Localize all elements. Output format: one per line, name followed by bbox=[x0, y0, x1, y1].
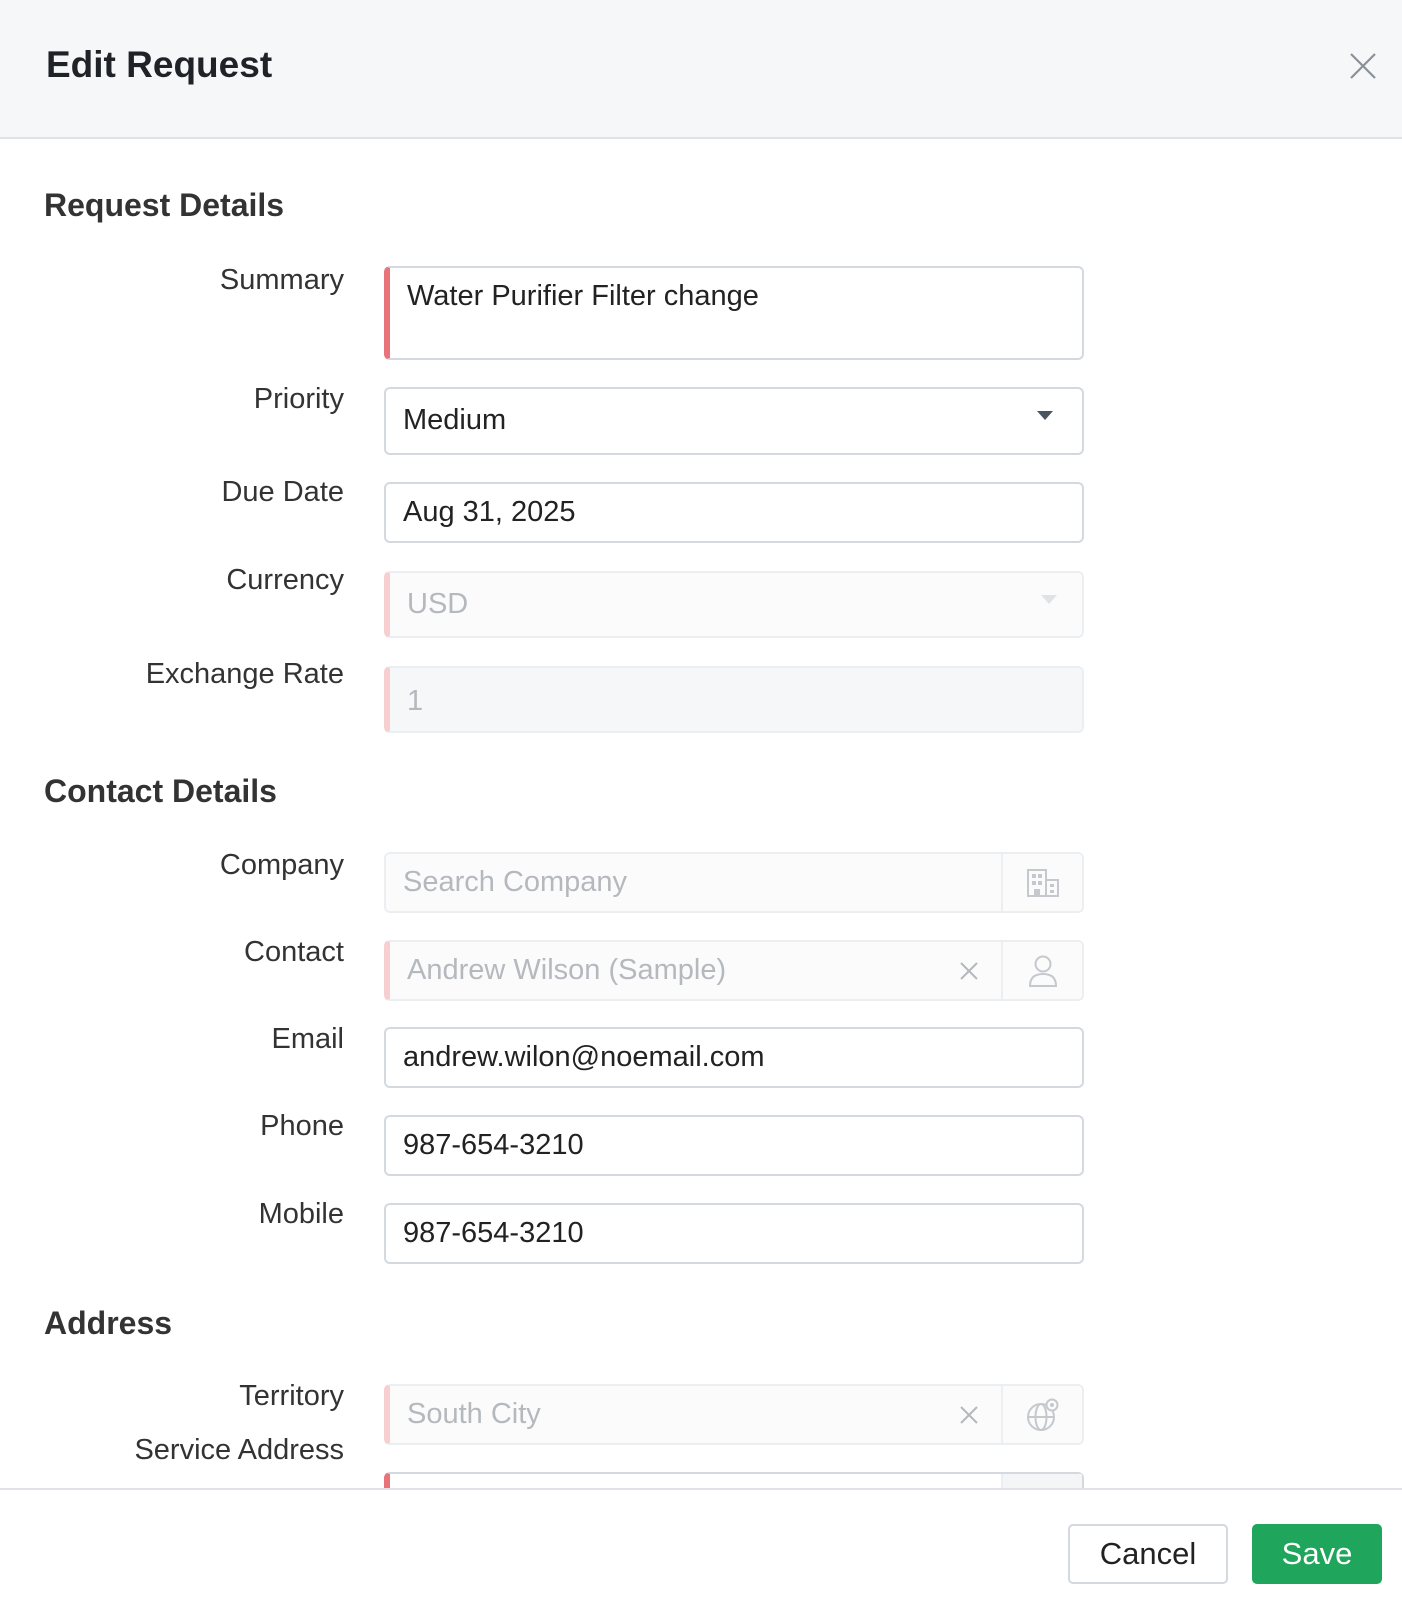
mobile-value: 987-654-3210 bbox=[403, 1217, 584, 1249]
close-icon bbox=[1350, 53, 1376, 79]
chevron-down-icon bbox=[1037, 411, 1053, 420]
contact-value: Andrew Wilson (Sample) bbox=[407, 954, 727, 986]
exchange-rate-field[interactable]: 1 bbox=[384, 666, 1084, 733]
territory-lookup-field[interactable]: South City bbox=[384, 1384, 1084, 1445]
mobile-field[interactable]: 987-654-3210 bbox=[384, 1203, 1084, 1264]
close-button[interactable] bbox=[1345, 48, 1381, 84]
section-title-contact-details: Contact Details bbox=[44, 773, 277, 809]
territory-value: South City bbox=[407, 1398, 541, 1430]
exchange-rate-label: Exchange Rate bbox=[145, 658, 344, 690]
phone-label: Phone bbox=[260, 1110, 344, 1142]
summary-field[interactable]: Water Purifier Filter change bbox=[384, 266, 1084, 360]
chevron-down-icon bbox=[1041, 595, 1057, 604]
form-body[interactable]: Request Details Summary Water Purifier F… bbox=[0, 139, 1402, 1488]
due-date-value: Aug 31, 2025 bbox=[403, 496, 576, 528]
company-search-field[interactable]: Search Company bbox=[384, 852, 1084, 913]
territory-label: Territory bbox=[239, 1380, 344, 1412]
territory-lookup-button[interactable] bbox=[1001, 1386, 1082, 1443]
phone-value: 987-654-3210 bbox=[403, 1129, 584, 1161]
service-address-field[interactable] bbox=[384, 1472, 1084, 1488]
priority-value: Medium bbox=[403, 404, 507, 436]
dialog-title: Edit Request bbox=[46, 44, 273, 85]
summary-value: Water Purifier Filter change bbox=[407, 280, 759, 312]
dialog-footer: Cancel Save bbox=[0, 1488, 1402, 1614]
service-address-lookup-button[interactable] bbox=[1001, 1474, 1082, 1488]
service-address-label: Service Address bbox=[134, 1434, 344, 1466]
exchange-rate-value: 1 bbox=[407, 685, 424, 717]
contact-lookup-button[interactable] bbox=[1001, 942, 1082, 999]
company-label: Company bbox=[219, 849, 344, 881]
phone-field[interactable]: 987-654-3210 bbox=[384, 1115, 1084, 1176]
summary-label: Summary bbox=[219, 264, 344, 296]
save-button[interactable]: Save bbox=[1252, 1524, 1382, 1584]
currency-select[interactable]: USD bbox=[384, 571, 1084, 638]
globe-pin-icon bbox=[1026, 1398, 1058, 1431]
cancel-button[interactable]: Cancel bbox=[1068, 1524, 1228, 1584]
due-date-field[interactable]: Aug 31, 2025 bbox=[384, 482, 1084, 543]
section-title-request-details: Request Details bbox=[44, 187, 285, 223]
priority-label: Priority bbox=[253, 383, 344, 415]
contact-label: Contact bbox=[244, 936, 344, 968]
company-lookup-button[interactable] bbox=[1001, 854, 1082, 911]
currency-value: USD bbox=[407, 588, 469, 620]
section-title-address: Address bbox=[44, 1305, 173, 1341]
priority-select[interactable]: Medium bbox=[384, 387, 1084, 455]
email-value: andrew.wilon@noemail.com bbox=[403, 1041, 765, 1073]
due-date-label: Due Date bbox=[221, 476, 344, 508]
currency-label: Currency bbox=[226, 564, 344, 596]
building-icon bbox=[1026, 868, 1059, 897]
clear-territory-icon[interactable] bbox=[958, 1404, 980, 1426]
dialog-header: Edit Request bbox=[0, 0, 1402, 139]
email-field[interactable]: andrew.wilon@noemail.com bbox=[384, 1027, 1084, 1088]
email-label: Email bbox=[271, 1023, 344, 1055]
clear-contact-icon[interactable] bbox=[958, 960, 980, 982]
user-icon bbox=[1028, 955, 1057, 987]
contact-lookup-field[interactable]: Andrew Wilson (Sample) bbox=[384, 940, 1084, 1001]
company-search-input[interactable]: Search Company bbox=[403, 866, 627, 899]
mobile-label: Mobile bbox=[258, 1198, 344, 1230]
